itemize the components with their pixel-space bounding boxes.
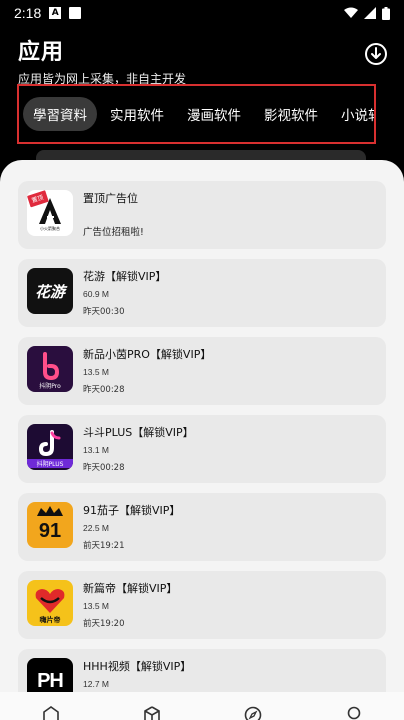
status-time: 2:18 — [14, 5, 42, 21]
app-icon: 抖阴PLUS — [27, 424, 73, 470]
app-card[interactable]: 嗨片帝 新篇帝【解锁VIP】 13.5 M 前天19:20 — [18, 571, 386, 639]
app-size: 13.5 M — [83, 367, 109, 377]
home-icon — [42, 706, 59, 720]
app-name: 91茄子【解锁VIP】 — [83, 504, 181, 517]
app-name: 新品小茵PRO【解锁VIP】 — [83, 348, 212, 361]
tab-utility-software[interactable]: 实用软件 — [100, 97, 174, 131]
app-card[interactable]: 91 91茄子【解锁VIP】 22.5 M 前天19:21 — [18, 493, 386, 561]
app-name: 新篇帝【解锁VIP】 — [83, 582, 178, 595]
app-date: 昨天00:28 — [83, 463, 125, 473]
download-icon[interactable] — [364, 42, 388, 66]
app-size: 60.9 M — [83, 289, 109, 299]
notification-a-icon: A — [49, 7, 62, 19]
ad-card[interactable]: 小火箭聚合 置顶 置顶广告位 广告位招租啦! — [18, 181, 386, 249]
notification-square-icon — [69, 7, 82, 19]
ad-description: 广告位招租啦! — [83, 227, 144, 238]
nav-discover[interactable] — [244, 706, 262, 720]
profile-icon — [347, 706, 360, 720]
nav-profile[interactable] — [345, 706, 363, 720]
wifi-icon — [344, 7, 358, 18]
app-icon: 嗨片帝 — [27, 580, 73, 626]
app-date: 前天19:21 — [83, 541, 125, 551]
app-size: 22.5 M — [83, 523, 109, 533]
battery-icon — [382, 6, 390, 20]
app-name: 斗斗PLUS【解锁VIP】 — [83, 426, 194, 439]
app-size: 13.1 M — [83, 445, 109, 455]
compass-icon — [244, 706, 261, 720]
app-name: 花游【解锁VIP】 — [83, 270, 167, 283]
bottom-nav — [0, 692, 404, 720]
app-icon: 花游 — [27, 268, 73, 314]
app-name: HHH视频【解锁VIP】 — [83, 660, 192, 673]
app-date: 前天19:20 — [83, 619, 125, 629]
app-date: 昨天00:30 — [83, 307, 125, 317]
tab-video-software[interactable]: 影视软件 — [254, 97, 328, 131]
ad-logo-caption: 小火箭聚合 — [40, 226, 60, 231]
signal-icon — [364, 7, 376, 19]
tab-novel-software[interactable]: 小说软件 — [331, 97, 374, 131]
app-icon: 91 — [27, 502, 73, 548]
cube-icon — [143, 706, 160, 720]
tab-study-materials[interactable]: 學習資料 — [23, 97, 97, 131]
tab-comics-software[interactable]: 漫画软件 — [177, 97, 251, 131]
category-tabs: 學習資料 实用软件 漫画软件 影视软件 小说软件 — [17, 84, 376, 144]
app-size: 12.7 M — [83, 679, 109, 689]
app-size: 13.5 M — [83, 601, 109, 611]
ad-title: 置顶广告位 — [83, 192, 138, 205]
nav-apps[interactable] — [143, 706, 161, 720]
header: 应用 应用皆为网上采集，非自主开发 — [18, 34, 186, 87]
app-icon: 抖阴Pro — [27, 346, 73, 392]
nav-home[interactable] — [42, 706, 60, 720]
app-date: 昨天00:28 — [83, 385, 125, 395]
app-card[interactable]: 抖阴PLUS 斗斗PLUS【解锁VIP】 13.1 M 昨天00:28 — [18, 415, 386, 483]
app-list-sheet: 小火箭聚合 置顶 置顶广告位 广告位招租啦! 花游 花游【解锁VIP】 60.9… — [0, 160, 404, 720]
status-bar: 2:18 A — [0, 0, 404, 26]
app-card[interactable]: 花游 花游【解锁VIP】 60.9 M 昨天00:30 — [18, 259, 386, 327]
page-title: 应用 — [18, 40, 65, 65]
app-card[interactable]: 抖阴Pro 新品小茵PRO【解锁VIP】 13.5 M 昨天00:28 — [18, 337, 386, 405]
